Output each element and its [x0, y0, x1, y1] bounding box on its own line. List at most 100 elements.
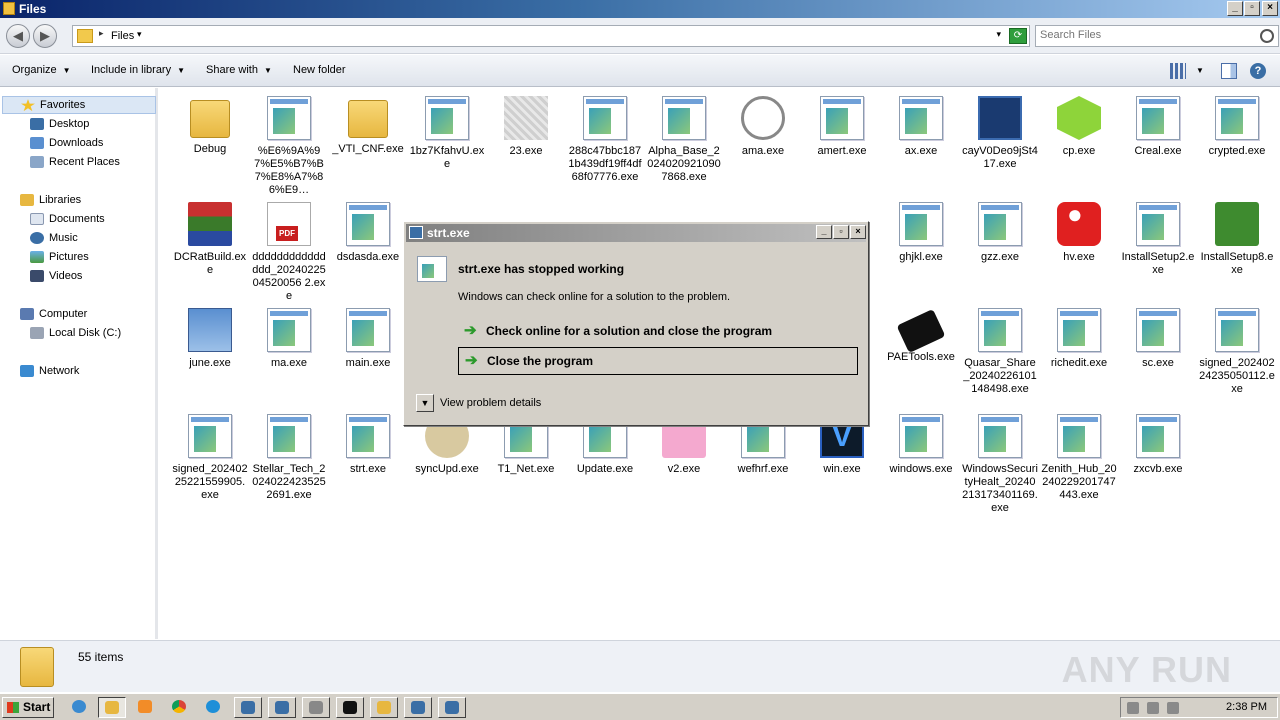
file-item[interactable]: june.exe	[172, 308, 248, 370]
address-bar[interactable]: ▸ Files ▾ ▾ ⟳	[72, 25, 1030, 47]
nav-pictures[interactable]: Pictures	[30, 249, 89, 267]
new-folder-button[interactable]: New folder	[293, 64, 346, 76]
close-button[interactable]: ×	[1262, 1, 1278, 16]
chrome-icon[interactable]	[166, 697, 194, 718]
file-item[interactable]: InstallSetup2.exe	[1120, 202, 1196, 277]
close-program-button[interactable]: ➔ Close the program	[458, 347, 858, 375]
share-label: Share with	[206, 64, 258, 76]
file-item[interactable]: Stellar_Tech_20240224235252691.exe	[251, 414, 327, 502]
chevron-down-icon[interactable]: ▼	[416, 394, 434, 412]
file-item[interactable]: main.exe	[330, 308, 406, 370]
minimize-button[interactable]: _	[1227, 1, 1243, 16]
file-name: Creal.exe	[1134, 145, 1182, 157]
change-view-icon[interactable]	[1170, 63, 1186, 79]
chevron-right-icon[interactable]: ▸	[99, 28, 104, 39]
media-player-icon[interactable]	[132, 697, 160, 718]
edge-icon[interactable]	[200, 697, 228, 718]
media-player-icon	[1057, 202, 1101, 246]
app-taskbar-button[interactable]	[234, 697, 262, 718]
search-icon[interactable]	[1260, 29, 1274, 43]
breadcrumb-files[interactable]: Files	[111, 30, 134, 42]
file-item[interactable]: PAETools.exe	[883, 308, 959, 364]
app-taskbar-button[interactable]	[268, 697, 296, 718]
file-item[interactable]: Alpha_Base_20240209210907868.exe	[646, 96, 722, 184]
file-item[interactable]: crypted.exe	[1199, 96, 1275, 158]
network-tray-icon[interactable]	[1147, 702, 1159, 714]
nav-documents[interactable]: Documents	[30, 211, 105, 229]
nav-desktop[interactable]: Desktop	[30, 116, 89, 134]
file-item[interactable]: cayV0Deo9jSt417.exe	[962, 96, 1038, 171]
file-item[interactable]: signed_20240224235050112.exe	[1199, 308, 1275, 396]
file-item[interactable]: Debug	[172, 96, 248, 156]
file-item[interactable]: 288c47bbc1871b439df19ff4df68f07776.exe	[567, 96, 643, 184]
history-dropdown-icon[interactable]: ▾	[996, 29, 1001, 40]
nav-music[interactable]: Music	[30, 230, 78, 248]
check-online-button[interactable]: ➔ Check online for a solution and close t…	[458, 318, 858, 346]
nav-network[interactable]: Network	[20, 363, 79, 381]
file-item[interactable]: 23.exe	[488, 96, 564, 158]
file-item[interactable]: InstallSetup8.exe	[1199, 202, 1275, 277]
file-item[interactable]: %E6%9A%97%E5%B7%B7%E8%A7%86%E9…	[251, 96, 327, 197]
file-item[interactable]: ddddddddddddddd_2024022504520056 2.exe	[251, 202, 327, 303]
nav-computer[interactable]: Computer	[20, 306, 87, 324]
dialog-minimize-button[interactable]: _	[816, 225, 832, 239]
nav-favorites[interactable]: Favorites	[2, 96, 156, 114]
file-item[interactable]: WindowsSecurityHealt_20240213173401169.e…	[962, 414, 1038, 515]
refresh-icon[interactable]: ⟳	[1009, 28, 1027, 44]
nav-downloads[interactable]: Downloads	[30, 135, 103, 153]
file-item[interactable]: Quasar_Share_20240226101148498.exe	[962, 308, 1038, 396]
search-input[interactable]	[1040, 29, 1250, 41]
file-item[interactable]: Creal.exe	[1120, 96, 1196, 158]
restore-button[interactable]: ▫	[1244, 1, 1260, 16]
chevron-down-icon[interactable]: ▾	[137, 29, 142, 40]
organize-button[interactable]: Organize ▼	[12, 64, 71, 76]
file-item[interactable]: ax.exe	[883, 96, 959, 158]
file-item[interactable]: richedit.exe	[1041, 308, 1117, 370]
file-item[interactable]: ama.exe	[725, 96, 801, 158]
file-item[interactable]: sc.exe	[1120, 308, 1196, 370]
preview-pane-icon[interactable]	[1221, 63, 1237, 79]
nav-libraries[interactable]: Libraries	[20, 192, 81, 210]
volume-icon[interactable]	[1127, 702, 1139, 714]
forward-button[interactable]: ▶	[33, 24, 57, 48]
file-item[interactable]: 1bz7KfahvU.exe	[409, 96, 485, 171]
app-taskbar-button[interactable]	[404, 697, 432, 718]
file-item[interactable]: zxcvb.exe	[1120, 414, 1196, 476]
file-item[interactable]: Zenith_Hub_20240229201747443.exe	[1041, 414, 1117, 502]
file-item[interactable]: _VTI_CNF.exe	[330, 96, 406, 156]
nav-recent-places[interactable]: Recent Places	[30, 154, 120, 172]
file-item[interactable]: ma.exe	[251, 308, 327, 370]
file-item[interactable]: ghjkl.exe	[883, 202, 959, 264]
explorer-taskbar-button[interactable]	[98, 697, 126, 718]
app-taskbar-button[interactable]	[302, 697, 330, 718]
file-item[interactable]: gzz.exe	[962, 202, 1038, 264]
back-button[interactable]: ◀	[6, 24, 30, 48]
file-name: signed_20240225221559905.exe	[172, 463, 248, 501]
clock[interactable]: 2:38 PM	[1226, 701, 1267, 713]
share-with-button[interactable]: Share with ▼	[206, 64, 272, 76]
app-taskbar-button[interactable]	[336, 697, 364, 718]
file-item[interactable]: cp.exe	[1041, 96, 1117, 158]
include-in-library-button[interactable]: Include in library ▼	[91, 64, 185, 76]
chevron-down-icon[interactable]: ▼	[1196, 63, 1212, 79]
flag-icon[interactable]	[1167, 702, 1179, 714]
start-button[interactable]: Start	[2, 697, 54, 718]
nav-network-label: Network	[39, 365, 80, 377]
app-taskbar-button[interactable]	[438, 697, 466, 718]
dialog-maximize-button[interactable]: ▫	[833, 225, 849, 239]
file-item[interactable]: amert.exe	[804, 96, 880, 158]
file-item[interactable]: DCRatBuild.exe	[172, 202, 248, 277]
file-item[interactable]: strt.exe	[330, 414, 406, 476]
nav-local-disk[interactable]: Local Disk (C:)	[30, 325, 121, 343]
help-icon[interactable]: ?	[1250, 63, 1266, 79]
file-item[interactable]: signed_20240225221559905.exe	[172, 414, 248, 502]
search-box[interactable]	[1035, 25, 1279, 47]
nav-videos[interactable]: Videos	[30, 268, 82, 286]
file-item[interactable]: windows.exe	[883, 414, 959, 476]
file-item[interactable]: hv.exe	[1041, 202, 1117, 264]
app-taskbar-button[interactable]	[370, 697, 398, 718]
view-details-toggle[interactable]: ▼ View problem details	[416, 394, 541, 412]
file-item[interactable]: dsdasda.exe	[330, 202, 406, 264]
dialog-close-button[interactable]: ×	[850, 225, 866, 239]
ie-icon[interactable]	[66, 697, 94, 718]
